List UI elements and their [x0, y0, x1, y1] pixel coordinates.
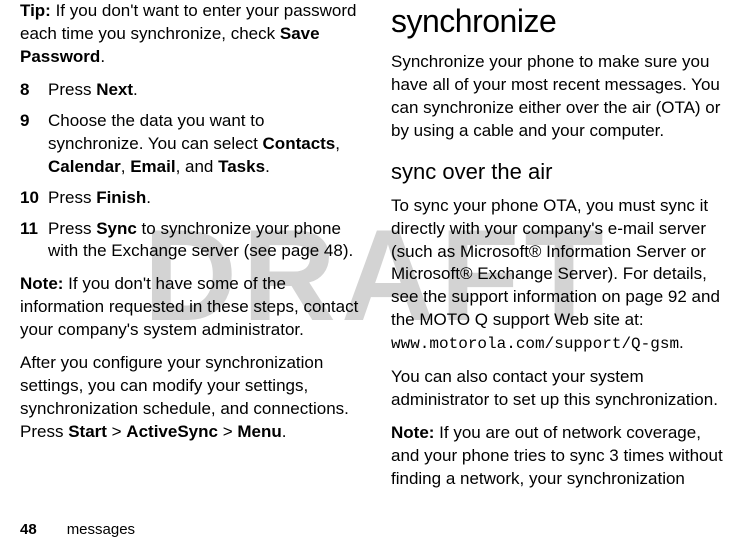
- step-8-text: Press Next.: [48, 79, 361, 102]
- note2-text: If you are out of network coverage, and …: [391, 423, 723, 488]
- contact-admin-text: You can also contact your system adminis…: [391, 366, 732, 412]
- step-9-sep3: , and: [176, 157, 219, 176]
- step-9-tasks: Tasks: [218, 157, 265, 176]
- after-activesync: ActiveSync: [126, 422, 218, 441]
- after-start: Start: [68, 422, 107, 441]
- sync-ota-text: To sync your phone OTA, you must sync it…: [391, 195, 732, 356]
- note-text: If you don't have some of the informatio…: [20, 274, 358, 339]
- step-9-text: Choose the data you want to synchronize.…: [48, 110, 361, 179]
- page-content: Tip: If you don't want to enter your pas…: [0, 0, 752, 501]
- sync-intro: Synchronize your phone to make sure you …: [391, 51, 732, 143]
- note-label: Note:: [20, 274, 63, 293]
- step-8-period: .: [133, 80, 138, 99]
- step-11-text: Press Sync to synchronize your phone wit…: [48, 218, 361, 264]
- step-11-press: Press: [48, 219, 96, 238]
- step-9-sep1: ,: [335, 134, 340, 153]
- left-column: Tip: If you don't want to enter your pas…: [20, 0, 361, 501]
- note2-label: Note:: [391, 423, 434, 442]
- step-8-num: 8: [20, 79, 48, 102]
- step-11-num: 11: [20, 218, 48, 264]
- step-9: 9 Choose the data you want to synchroniz…: [20, 110, 361, 179]
- step-9-contacts: Contacts: [263, 134, 336, 153]
- sync-ota-period: .: [679, 333, 684, 352]
- step-8: 8 Press Next.: [20, 79, 361, 102]
- step-9-email: Email: [130, 157, 175, 176]
- support-url: www.motorola.com/support/Q-gsm: [391, 335, 679, 353]
- step-8-next: Next: [96, 80, 133, 99]
- after-menu: Menu: [237, 422, 281, 441]
- tip-paragraph: Tip: If you don't want to enter your pas…: [20, 0, 361, 69]
- step-10: 10 Press Finish.: [20, 187, 361, 210]
- heading-sync-ota: sync over the air: [391, 157, 732, 187]
- step-9-period: .: [265, 157, 270, 176]
- after-configure-paragraph: After you configure your synchronization…: [20, 352, 361, 444]
- sync-ota-body: To sync your phone OTA, you must sync it…: [391, 196, 720, 330]
- step-10-num: 10: [20, 187, 48, 210]
- after-gt1: >: [107, 422, 126, 441]
- section-name: messages: [67, 521, 135, 538]
- step-10-period: .: [146, 188, 151, 207]
- step-11: 11 Press Sync to synchronize your phone …: [20, 218, 361, 264]
- step-9-num: 9: [20, 110, 48, 179]
- step-11-sync: Sync: [96, 219, 137, 238]
- step-10-press: Press: [48, 188, 96, 207]
- tip-period: .: [100, 47, 105, 66]
- tip-label: Tip:: [20, 1, 51, 20]
- after-period: .: [282, 422, 287, 441]
- step-10-finish: Finish: [96, 188, 146, 207]
- step-8-press: Press: [48, 80, 96, 99]
- right-column: synchronize Synchronize your phone to ma…: [391, 0, 732, 501]
- page-number: 48: [20, 521, 37, 538]
- note-paragraph: Note: If you don't have some of the info…: [20, 273, 361, 342]
- page-footer: 48 messages: [20, 521, 135, 538]
- after-gt2: >: [218, 422, 237, 441]
- step-9-calendar: Calendar: [48, 157, 121, 176]
- step-9-intro: Choose the data you want to synchronize.…: [48, 111, 264, 153]
- step-10-text: Press Finish.: [48, 187, 361, 210]
- heading-synchronize: synchronize: [391, 0, 732, 43]
- note2-paragraph: Note: If you are out of network coverage…: [391, 422, 732, 491]
- step-9-sep2: ,: [121, 157, 130, 176]
